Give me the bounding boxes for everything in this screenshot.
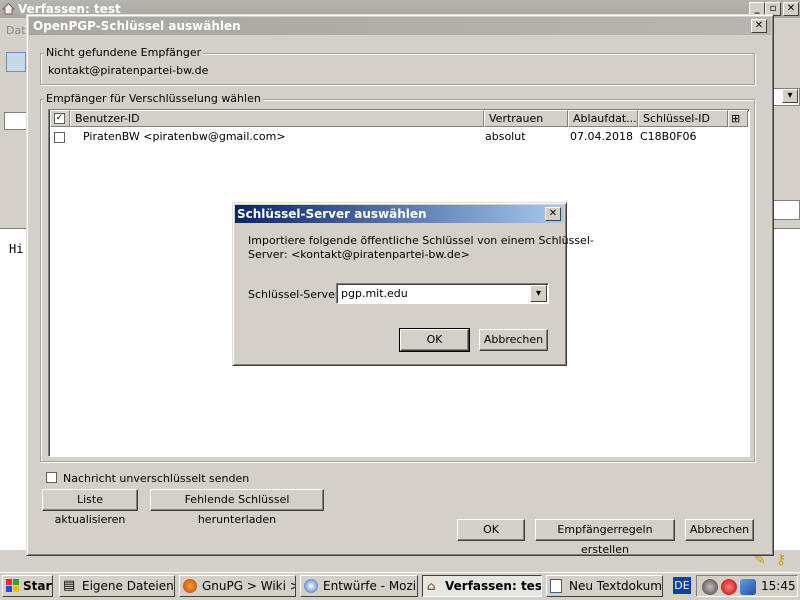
message-body-text: Hi <box>9 242 24 256</box>
send-unencrypted-checkbox[interactable] <box>46 472 57 483</box>
keyserver-value: pgp.mit.edu <box>341 287 408 300</box>
column-header-user-id[interactable]: Benutzer-ID <box>70 110 484 127</box>
chevron-down-icon[interactable]: ▾ <box>782 89 798 103</box>
taskbar-item-label: Verfassen: test <box>445 579 542 593</box>
refresh-list-button[interactable]: Liste aktualisieren <box>42 489 138 526</box>
key-icon: ⚷ <box>776 552 787 568</box>
column-header-key-id[interactable]: Schlüssel-ID <box>638 110 728 127</box>
taskbar-item-gnupg-wiki[interactable]: GnuPG > Wiki > u... <box>179 575 296 597</box>
start-label: Start <box>23 579 52 593</box>
background-subject-field[interactable] <box>770 200 800 220</box>
notepad-icon <box>550 579 562 593</box>
address-book-icon[interactable] <box>6 52 26 72</box>
security-shield-icon[interactable] <box>721 579 737 595</box>
clock[interactable]: 15:45 <box>761 579 796 593</box>
download-missing-keys-button[interactable]: Fehlende Schlüssel herunterladen <box>150 489 324 526</box>
thunderbird-icon <box>304 579 318 593</box>
column-header-trust[interactable]: Vertrauen <box>484 110 568 127</box>
windows-logo-icon <box>6 579 20 593</box>
cancel-button[interactable]: Abbrechen <box>685 519 754 541</box>
keyserver-message-line1: Importiere folgende öffentliche Schlüsse… <box>248 234 594 247</box>
recipients-group-label: Empfänger für Verschlüsselung wählen <box>44 92 263 105</box>
select-all-header[interactable]: ✓ <box>50 110 70 127</box>
row-key-id: C18B0F06 <box>640 130 697 143</box>
taskbar-item-label: GnuPG > Wiki > u... <box>202 579 295 593</box>
home-icon: ⌂ <box>427 579 436 593</box>
folder-icon: ▤ <box>63 578 76 593</box>
column-header-expiry[interactable]: Ablaufdat... <box>568 110 638 127</box>
start-button[interactable]: Start <box>2 575 53 597</box>
system-tray: 15:45 <box>696 575 798 597</box>
menu-file[interactable]: Date <box>0 18 32 44</box>
tray-app-icon[interactable] <box>702 579 718 595</box>
row-checkbox[interactable] <box>54 132 65 143</box>
row-user-id: PiratenBW <piratenbw@gmail.com> <box>83 130 286 143</box>
table-row[interactable]: PiratenBW <piratenbw@gmail.com> absolut … <box>50 128 748 146</box>
firefox-icon <box>183 579 197 593</box>
send-unencrypted-label: Nachricht unverschlüsselt senden <box>63 472 250 485</box>
keyserver-message-line2: Server: <kontakt@piratenpartei-bw.de> <box>248 248 470 261</box>
recipient-type-field[interactable] <box>4 112 28 130</box>
taskbar-item-label: Entwürfe - Mozill... <box>323 579 417 593</box>
column-picker-icon[interactable]: ⊞ <box>728 110 748 127</box>
keyserver-label: Schlüssel-Server <box>248 288 340 301</box>
not-found-label: Nicht gefundene Empfänger <box>44 46 204 59</box>
taskbar-item-label: Neu Textdokum... <box>569 579 663 593</box>
taskbar-item-verfassen[interactable]: ⌂ Verfassen: test <box>422 575 542 597</box>
taskbar-item-eigene-dateien[interactable]: ▤ Eigene Dateien <box>59 575 175 597</box>
not-found-email: kontakt@piratenpartei-bw.de <box>48 64 209 77</box>
home-icon <box>2 2 15 15</box>
language-indicator[interactable]: DE <box>673 577 691 594</box>
taskbar-item-textdokument[interactable]: Neu Textdokum... <box>546 575 663 597</box>
select-all-checkbox[interactable]: ✓ <box>54 113 65 124</box>
openpgp-dialog-close-button[interactable]: ✕ <box>751 19 767 33</box>
network-icon[interactable] <box>740 579 756 595</box>
openpgp-dialog-title: OpenPGP-Schlüssel auswählen <box>29 17 771 35</box>
chevron-down-icon[interactable]: ▾ <box>530 285 547 302</box>
keyserver-cancel-button[interactable]: Abbrechen <box>479 329 548 351</box>
keyserver-combobox[interactable]: pgp.mit.edu ▾ <box>336 283 549 304</box>
create-recipient-rules-button[interactable]: Empfängerregeln erstellen <box>535 519 675 556</box>
taskbar-item-entwuerfe[interactable]: Entwürfe - Mozill... <box>300 575 418 597</box>
keyserver-ok-button[interactable]: OK <box>399 328 470 352</box>
keyserver-dialog-title: Schlüssel-Server auswählen <box>235 205 564 223</box>
close-button[interactable]: ✕ <box>783 2 799 16</box>
taskbar-item-label: Eigene Dateien <box>82 579 174 593</box>
ok-button[interactable]: OK <box>457 519 525 541</box>
background-right-panel: ▾ <box>770 88 800 223</box>
row-trust: absolut <box>485 130 526 143</box>
keyserver-dialog-close-button[interactable]: ✕ <box>545 207 561 221</box>
row-expiry: 07.04.2018 <box>570 130 633 143</box>
